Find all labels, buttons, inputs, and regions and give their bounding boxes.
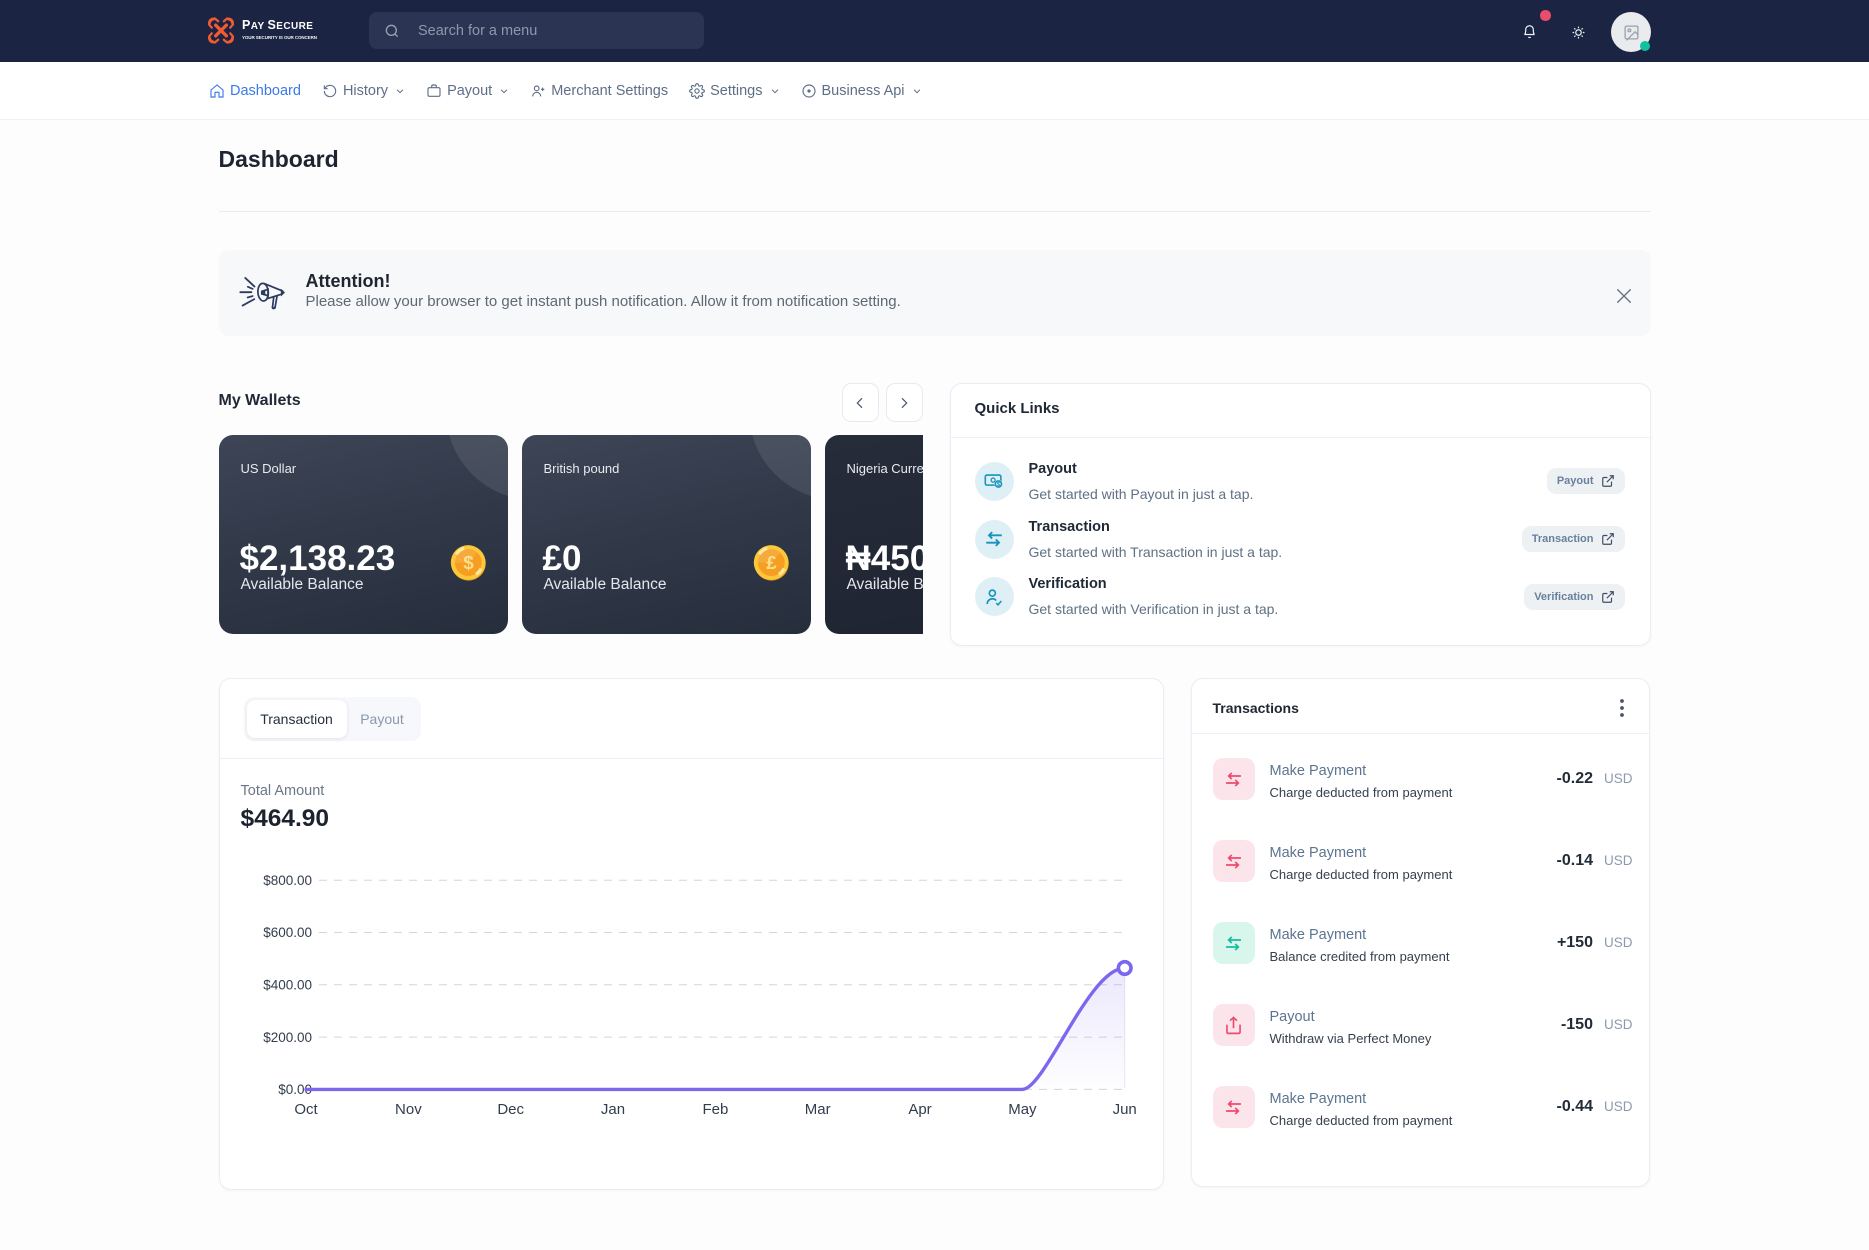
svg-text:Jun: Jun — [1112, 1101, 1136, 1118]
svg-text:Nov: Nov — [395, 1101, 422, 1118]
svg-text:$200.00: $200.00 — [263, 1030, 312, 1045]
svg-text:Mar: Mar — [804, 1101, 830, 1118]
svg-text:$800.00: $800.00 — [263, 873, 312, 888]
svg-text:$600.00: $600.00 — [263, 925, 312, 940]
svg-text:$: $ — [463, 553, 474, 574]
svg-text:Jan: Jan — [600, 1101, 624, 1118]
svg-text:Oct: Oct — [294, 1101, 318, 1118]
svg-text:$400.00: $400.00 — [263, 978, 312, 993]
svg-text:Apr: Apr — [908, 1101, 931, 1118]
svg-text:£: £ — [766, 553, 777, 574]
svg-text:Feb: Feb — [702, 1101, 728, 1118]
svg-text:Dec: Dec — [497, 1101, 524, 1118]
svg-text:May: May — [1008, 1101, 1037, 1118]
